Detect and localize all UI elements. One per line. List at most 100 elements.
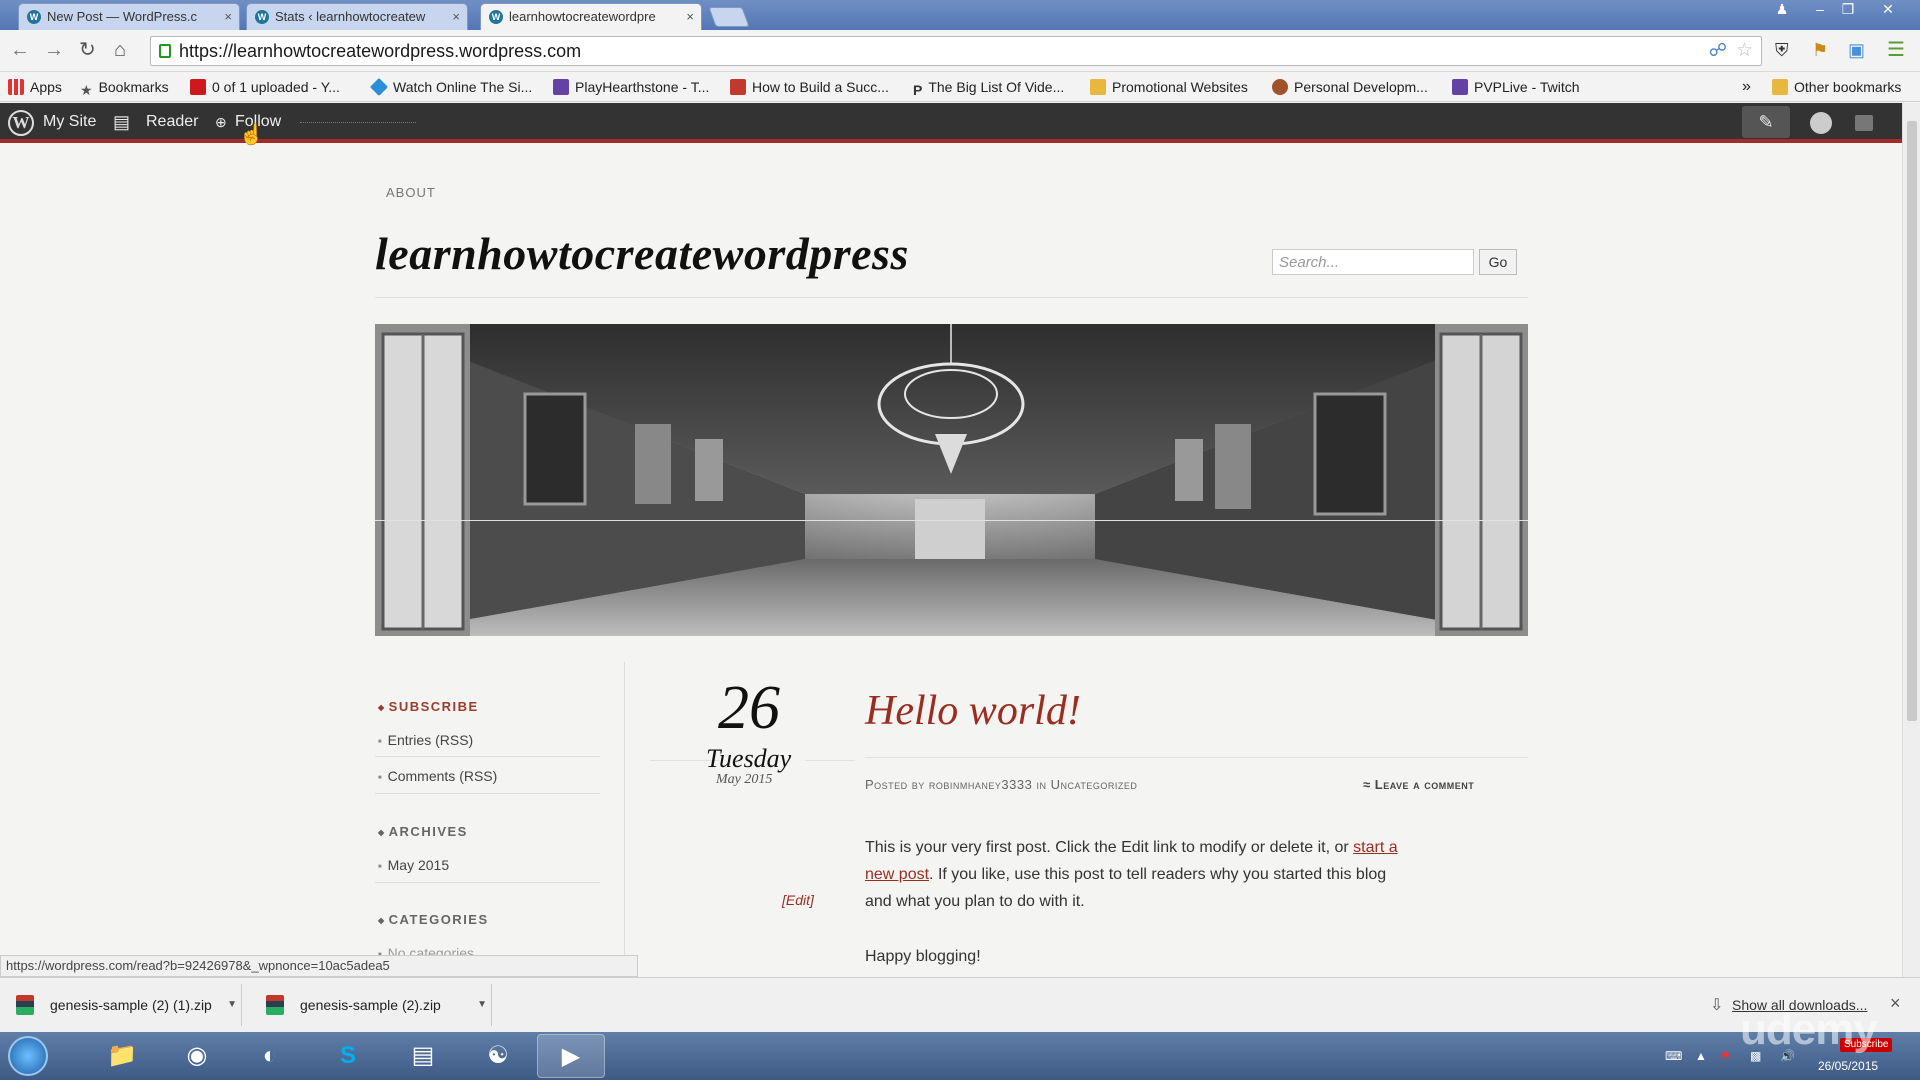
palace-hall-illustration: [375, 324, 1528, 636]
tab-close-icon[interactable]: ×: [224, 4, 232, 30]
bookmark-watch-online[interactable]: Watch Online The Si...: [369, 72, 532, 102]
profile-icon[interactable]: ♟: [1768, 0, 1796, 20]
sidebar-divider: [375, 756, 600, 757]
downloads-bar: genesis-sample (2) (1).zip ▼ genesis-samp…: [0, 977, 1920, 1032]
start-button[interactable]: [8, 1036, 48, 1076]
reader-icon[interactable]: ▤: [113, 103, 130, 141]
date-divider-right: [805, 760, 855, 761]
bookmark-star-icon[interactable]: ☆: [1736, 39, 1753, 62]
bookmark-playhearthstone[interactable]: PlayHearthstone - T...: [553, 72, 709, 102]
write-post-icon[interactable]: ✎: [1742, 106, 1790, 138]
clock-date[interactable]: 26/05/2015: [1818, 1058, 1878, 1074]
folder-icon: [1772, 79, 1788, 95]
bookmarks-bar: Apps ★ Bookmarks 0 of 1 uploaded - Y... W…: [0, 72, 1920, 102]
bookmark-pvplive[interactable]: PVPLive - Twitch: [1452, 72, 1580, 102]
start-new-post-link[interactable]: new post: [865, 866, 929, 883]
bookmark-how-to-build[interactable]: How to Build a Succ...: [730, 72, 889, 102]
post-author-link[interactable]: robinmhaney3333: [929, 777, 1032, 792]
bookmark-big-list[interactable]: P The Big List Of Vide...: [913, 72, 1064, 102]
bookmark-bookmarks[interactable]: ★ Bookmarks: [80, 72, 169, 102]
file-explorer-icon[interactable]: 📁: [88, 1034, 156, 1078]
minimize-button[interactable]: –: [1806, 0, 1834, 20]
more-bookmarks-chevron-icon[interactable]: »: [1742, 72, 1751, 102]
forward-arrow-icon[interactable]: →: [44, 40, 64, 60]
wordpress-favicon-icon: W: [489, 10, 503, 24]
obs-icon[interactable]: ☯: [464, 1034, 532, 1078]
site-title[interactable]: learnhowtocreatewordpress: [375, 227, 909, 280]
follow-plus-icon[interactable]: ⊕: [215, 103, 227, 141]
sidebar-item-may-2015[interactable]: May 2015: [378, 857, 449, 873]
sidebar-heading-categories: CATEGORIES: [378, 912, 489, 927]
my-site-link[interactable]: My Site: [43, 103, 96, 141]
bookmark-youtube-upload[interactable]: 0 of 1 uploaded - Y...: [190, 72, 340, 102]
leave-comment-link[interactable]: ≈ Leave a comment: [1363, 777, 1474, 792]
extension-shield-icon[interactable]: ⛨: [1775, 40, 1789, 60]
media-player-icon[interactable]: ▶: [537, 1034, 605, 1078]
new-tab-button[interactable]: [708, 7, 750, 27]
tab-close-icon[interactable]: ×: [452, 4, 460, 30]
blog-page: ABOUT learnhowtocreatewordpress Search..…: [0, 147, 1902, 977]
scrollbar-thumb[interactable]: [1907, 121, 1917, 721]
download-item[interactable]: genesis-sample (2).zip ▼: [250, 984, 492, 1026]
download-item[interactable]: genesis-sample (2) (1).zip ▼: [0, 984, 242, 1026]
address-bar[interactable]: https://learnhowtocreatewordpress.wordpr…: [150, 36, 1762, 66]
wordpress-logo-icon[interactable]: W: [8, 110, 34, 136]
post-day: 26: [718, 674, 780, 742]
post-title[interactable]: Hello world!: [865, 687, 1081, 735]
back-arrow-icon[interactable]: ←: [10, 40, 30, 60]
star-icon: ★: [80, 82, 93, 98]
documents-icon[interactable]: ▤: [389, 1034, 457, 1078]
translate-icon[interactable]: ☍: [1709, 40, 1727, 61]
post-category-link[interactable]: Uncategorized: [1051, 777, 1138, 792]
close-downloads-icon[interactable]: ×: [1890, 993, 1901, 1014]
url-text[interactable]: https://learnhowtocreatewordpress.wordpr…: [179, 37, 581, 65]
wordpress-favicon-icon: W: [255, 10, 269, 24]
search-go-button[interactable]: Go: [1479, 249, 1517, 275]
sidebar-item-comments-rss[interactable]: Comments (RSS): [378, 768, 498, 784]
show-hidden-icons-chevron-icon[interactable]: ▲: [1695, 1032, 1707, 1080]
post-body-closing: Happy blogging!: [865, 948, 981, 965]
post-body-text: . If you like, use this post to tell rea…: [929, 866, 1387, 883]
nav-about-link[interactable]: ABOUT: [386, 185, 436, 200]
search-input[interactable]: Search...: [1272, 249, 1474, 275]
notifications-icon[interactable]: [1855, 115, 1873, 131]
tab-stats[interactable]: W Stats ‹ learnhowtocreatew ×: [246, 3, 468, 30]
screenshot-icon[interactable]: ▣: [1848, 40, 1865, 60]
skype-icon[interactable]: S: [314, 1034, 382, 1078]
avatar[interactable]: [1810, 112, 1832, 134]
folder-icon: [1090, 79, 1106, 95]
admin-bar-dotted-divider: [300, 122, 416, 123]
reader-link[interactable]: Reader: [146, 103, 198, 141]
sidebar-vertical-divider: [624, 662, 625, 977]
youtube-icon: [190, 79, 206, 95]
bookmark-other-bookmarks[interactable]: Other bookmarks: [1772, 72, 1901, 102]
wordpress-admin-bar: W My Site ▤ Reader ⊕ Follow ☝ ✎: [0, 103, 1902, 145]
restore-button[interactable]: ❐: [1834, 0, 1862, 20]
start-new-post-link[interactable]: start a: [1353, 839, 1397, 856]
home-icon[interactable]: ⌂: [114, 40, 126, 60]
posted-by-label: Posted by: [865, 777, 925, 792]
window-close-button[interactable]: ✕: [1874, 0, 1902, 20]
bookmark-apps[interactable]: Apps: [8, 72, 62, 102]
page-icon: [730, 79, 746, 95]
firefox-icon[interactable]: ◉: [163, 1034, 231, 1078]
status-url-bubble: https://wordpress.com/read?b=92426978&_w…: [0, 955, 638, 977]
keyboard-icon[interactable]: ⌨: [1665, 1032, 1682, 1080]
edit-post-link[interactable]: [Edit]: [782, 892, 814, 908]
menu-icon[interactable]: ☰: [1887, 40, 1905, 60]
bookmark-personal-development[interactable]: Personal Developm...: [1272, 72, 1428, 102]
sidebar-item-entries-rss[interactable]: Entries (RSS): [378, 732, 474, 748]
zip-file-icon: [16, 995, 34, 1015]
action-center-flag-icon[interactable]: ⚑: [1720, 1032, 1731, 1080]
bookmark-folder-promotional[interactable]: Promotional Websites: [1090, 72, 1248, 102]
reload-icon[interactable]: ↻: [79, 40, 96, 60]
chrome-icon[interactable]: ◐: [236, 1034, 304, 1078]
chevron-down-icon[interactable]: ▼: [227, 984, 237, 1026]
tab-close-icon[interactable]: ×: [686, 4, 694, 30]
comment-bubble-icon: ≈: [1363, 777, 1371, 792]
extension-flag-icon[interactable]: ⚑: [1812, 40, 1828, 60]
tab-new-post[interactable]: W New Post — WordPress.c ×: [18, 3, 240, 30]
chevron-down-icon[interactable]: ▼: [477, 984, 487, 1026]
page-scrollbar[interactable]: [1902, 103, 1920, 977]
tab-learnhowtocreatewordpress[interactable]: W learnhowtocreatewordpre ×: [480, 3, 702, 30]
